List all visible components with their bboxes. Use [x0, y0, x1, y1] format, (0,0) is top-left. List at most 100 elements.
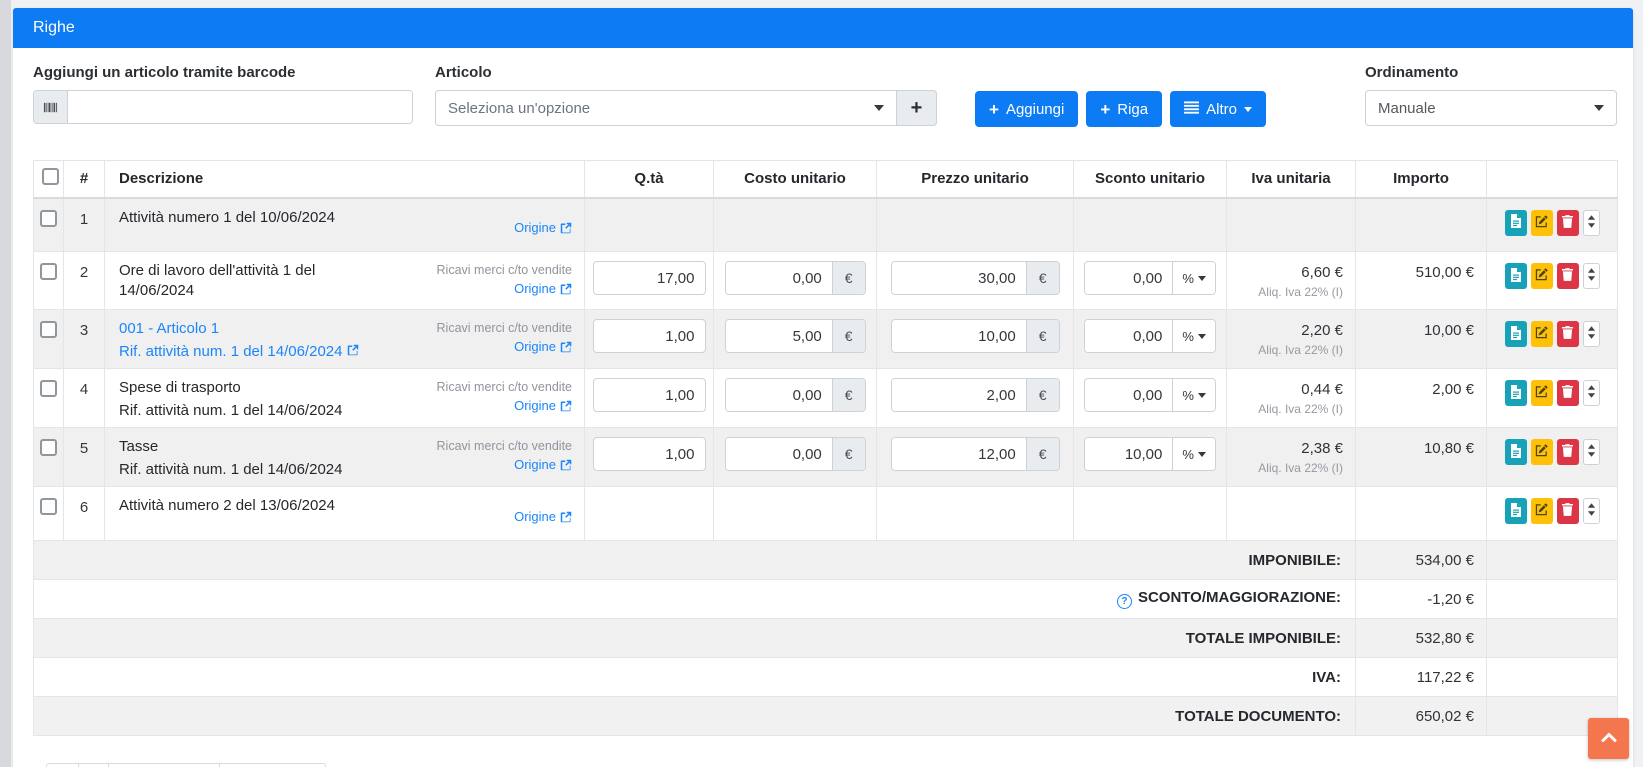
unit-cost-input[interactable]	[726, 262, 832, 294]
unit-price-input[interactable]	[892, 379, 1026, 411]
summary-row: IMPONIBILE: 534,00 €	[34, 541, 1618, 580]
row-delete-button[interactable]	[1557, 439, 1579, 465]
altro-dropdown-button[interactable]: Altro	[1170, 91, 1266, 127]
row-checkbox[interactable]	[40, 439, 57, 456]
row-detail-button[interactable]	[1505, 498, 1527, 524]
trash-icon	[1562, 326, 1573, 342]
origin-link[interactable]: Origine	[514, 281, 572, 296]
summary-label: IMPONIBILE:	[1249, 552, 1342, 569]
row-number: 5	[80, 440, 88, 457]
row-sort-handle[interactable]	[1583, 321, 1600, 347]
summary-value: 650,02 €	[1356, 697, 1487, 736]
summary-row: ?SCONTO/MAGGIORAZIONE: -1,20 €	[34, 580, 1618, 619]
row-edit-button[interactable]	[1531, 498, 1553, 524]
barcode-icon	[34, 91, 68, 123]
row-edit-button[interactable]	[1531, 210, 1553, 236]
discount-type-dropdown[interactable]: %	[1172, 262, 1215, 294]
aggiorna-prezzi-button[interactable]: Aggiorna prezzi	[219, 763, 326, 767]
trash-icon	[1562, 268, 1573, 284]
articolo-label: Articolo	[435, 64, 937, 81]
row-reference: Rif. attività num. 1 del 14/06/2024	[119, 460, 382, 480]
unit-price-input[interactable]	[892, 262, 1026, 294]
row-number: 1	[80, 211, 88, 228]
aggiungi-button[interactable]: + Aggiungi	[975, 91, 1078, 127]
row-detail-button[interactable]	[1505, 321, 1527, 347]
external-link-icon	[560, 222, 572, 234]
row-detail-button[interactable]	[1505, 263, 1527, 289]
row-edit-button[interactable]	[1531, 380, 1553, 406]
unit-cost-input[interactable]	[726, 379, 832, 411]
help-icon[interactable]: ?	[1117, 594, 1132, 609]
qty-input[interactable]	[593, 261, 706, 295]
qty-input[interactable]	[593, 319, 706, 353]
origin-link[interactable]: Origine	[514, 457, 572, 472]
origin-link[interactable]: Origine	[514, 339, 572, 354]
discount-type-dropdown[interactable]: %	[1172, 320, 1215, 352]
header-iva-unitaria: Iva unitaria	[1227, 161, 1356, 198]
duplicate-rows-button[interactable]	[46, 763, 79, 767]
unit-discount-input[interactable]	[1085, 438, 1172, 470]
origin-link[interactable]: Origine	[514, 398, 572, 413]
trash-icon	[1562, 503, 1573, 519]
unit-price-input[interactable]	[892, 438, 1026, 470]
row-delete-button[interactable]	[1557, 210, 1579, 236]
row-checkbox[interactable]	[40, 498, 57, 515]
unit-discount-input[interactable]	[1085, 262, 1172, 294]
riga-button[interactable]: + Riga	[1086, 91, 1162, 127]
row-checkbox[interactable]	[40, 263, 57, 280]
select-all-checkbox[interactable]	[42, 168, 59, 185]
header-prezzo-unitario: Prezzo unitario	[877, 161, 1074, 198]
unit-discount-input[interactable]	[1085, 379, 1172, 411]
row-checkbox[interactable]	[40, 321, 57, 338]
row-edit-button[interactable]	[1531, 439, 1553, 465]
discount-type-dropdown[interactable]: %	[1172, 438, 1215, 470]
row-sort-handle[interactable]	[1583, 263, 1600, 289]
discount-type-dropdown[interactable]: %	[1172, 379, 1215, 411]
unit-cost-input[interactable]	[726, 438, 832, 470]
row-checkbox[interactable]	[40, 210, 57, 227]
row-vat-rate: Aliq. Iva 22% (I)	[1233, 461, 1343, 475]
row-detail-button[interactable]	[1505, 210, 1527, 236]
origin-link[interactable]: Origine	[514, 220, 572, 235]
row-checkbox[interactable]	[40, 380, 57, 397]
row-sort-handle[interactable]	[1583, 498, 1600, 524]
row-delete-button[interactable]	[1557, 498, 1579, 524]
ordinamento-select[interactable]: Manuale	[1365, 90, 1617, 126]
unit-price-input[interactable]	[892, 320, 1026, 352]
row-delete-button[interactable]	[1557, 321, 1579, 347]
pencil-icon	[1535, 385, 1548, 401]
row-delete-button[interactable]	[1557, 263, 1579, 289]
pencil-icon	[1535, 215, 1548, 231]
add-article-button[interactable]: +	[897, 90, 937, 126]
confronta-prezzi-button[interactable]: Confronta prezzi	[108, 763, 220, 767]
panel-header: Righe	[13, 8, 1633, 48]
delete-rows-button[interactable]	[78, 763, 109, 767]
righe-panel: Righe Aggiungi un articolo tramite barco…	[13, 8, 1633, 767]
qty-input[interactable]	[593, 437, 706, 471]
trash-icon	[1562, 385, 1573, 401]
barcode-input[interactable]	[68, 91, 412, 123]
row-edit-button[interactable]	[1531, 263, 1553, 289]
qty-input[interactable]	[593, 378, 706, 412]
summary-label: SCONTO/MAGGIORAZIONE:	[1138, 589, 1341, 606]
row-sort-handle[interactable]	[1583, 439, 1600, 465]
unit-cost-input[interactable]	[726, 320, 832, 352]
table-row: 5 Tasse Rif. attività num. 1 del 14/06/2…	[34, 428, 1618, 487]
row-detail-button[interactable]	[1505, 380, 1527, 406]
row-edit-button[interactable]	[1531, 321, 1553, 347]
row-description: Spese di trasporto	[119, 378, 382, 398]
table-row: 2 Ore di lavoro dell'attività 1 del 14/0…	[34, 252, 1618, 310]
row-delete-button[interactable]	[1557, 380, 1579, 406]
table-row: 1 Attività numero 1 del 10/06/2024 Origi…	[34, 198, 1618, 252]
row-sort-handle[interactable]	[1583, 210, 1600, 236]
row-vat-amount: 2,38 €	[1233, 440, 1343, 457]
origin-link[interactable]: Origine	[514, 509, 572, 524]
unit-discount-input[interactable]	[1085, 320, 1172, 352]
scroll-to-top-button[interactable]	[1588, 718, 1629, 759]
row-detail-button[interactable]	[1505, 439, 1527, 465]
row-sort-handle[interactable]	[1583, 380, 1600, 406]
currency-addon: €	[832, 262, 865, 294]
row-total: 10,00 €	[1424, 322, 1474, 339]
row-vat-amount: 0,44 €	[1233, 381, 1343, 398]
articolo-select[interactable]: Seleziona un'opzione	[435, 90, 897, 126]
